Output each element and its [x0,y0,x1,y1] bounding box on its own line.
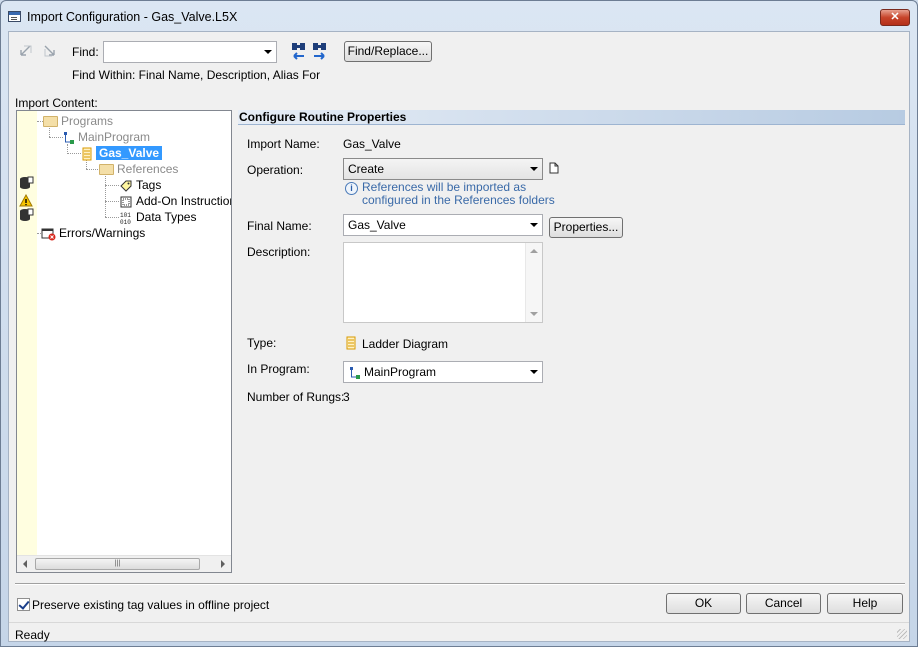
tree-item-errors-warnings[interactable]: Errors/Warnings [41,225,145,241]
tree-connector [105,185,119,186]
window-icon [8,11,21,22]
type-label: Type: [247,336,277,350]
find-replace-button[interactable]: Find/Replace... [344,41,432,62]
errors-warnings-icon [41,228,56,241]
description-label: Description: [247,245,311,259]
tree-horizontal-scrollbar[interactable]: ||| [17,555,231,572]
data-types-icon: 101 010 [120,212,131,225]
tree-item-references[interactable]: References [99,161,178,177]
document-icon [549,162,559,174]
find-within-text: Find Within: Final Name, Description, Al… [72,68,321,82]
resize-grip-icon[interactable] [897,629,907,639]
preserve-tag-values-label[interactable]: Preserve existing tag values in offline … [32,598,269,612]
program-icon [64,131,74,144]
title-bar: Import Configuration - Gas_Valve.L5X ✕ [1,1,917,31]
nav-previous-icon[interactable] [18,43,34,59]
tree-item-mainprogram[interactable]: MainProgram [63,129,150,145]
find-input[interactable] [106,44,256,60]
type-value: Ladder Diagram [362,337,449,351]
tree-item-data-types[interactable]: 101 010 Data Types [119,209,196,225]
properties-button[interactable]: Properties... [549,217,623,238]
description-textarea[interactable] [344,243,526,322]
tree-item-add-on-instructions[interactable]: Add-On Instructions [119,193,231,209]
program-icon [350,367,360,379]
tree-item-tags[interactable]: Tags [119,177,161,193]
tree-connector [49,128,50,137]
nav-next-icon[interactable] [42,43,58,59]
chevron-down-icon[interactable] [264,50,272,54]
ok-button[interactable]: OK [666,593,741,614]
description-scrollbar[interactable] [525,243,542,322]
binoculars-up-icon[interactable] [290,41,308,61]
import-name-label: Import Name: [247,137,320,151]
scroll-up-icon[interactable] [530,249,538,253]
import-content-label: Import Content: [15,96,98,110]
find-label: Find: [72,45,99,59]
tree-connector [105,201,119,202]
tree-connector [105,176,106,217]
add-on-instruction-icon [120,196,132,208]
folder-icon [99,164,114,176]
number-of-rungs-label: Number of Rungs: [247,390,345,404]
final-name-value: Gas_Valve [348,218,406,232]
references-info-text: References will be imported as configure… [362,180,555,207]
number-of-rungs-value: 3 [343,390,350,404]
binoculars-down-icon[interactable] [311,41,329,61]
window-title: Import Configuration - Gas_Valve.L5X [27,10,238,24]
scroll-left-icon[interactable] [23,560,27,568]
tree-connector [49,137,63,138]
find-combobox[interactable] [103,41,277,63]
import-configuration-window: Import Configuration - Gas_Valve.L5X ✕ F… [0,0,918,647]
import-name-value: Gas_Valve [343,137,401,151]
in-program-label: In Program: [247,362,310,376]
tree-connector [67,153,81,154]
help-button[interactable]: Help [827,593,903,614]
tree-connector [86,160,87,169]
tree-connector [86,169,98,170]
database-icon [20,208,34,221]
final-name-label: Final Name: [247,219,312,233]
tree-item-gas-valve[interactable]: Gas_Valve [81,145,163,161]
operation-value: Create [348,162,385,176]
ladder-diagram-icon [346,336,356,350]
info-icon: i [345,182,358,195]
chevron-down-icon[interactable] [530,167,538,171]
operation-label: Operation: [247,163,304,177]
footer-separator [15,583,905,585]
scroll-right-icon[interactable] [221,560,225,568]
folder-icon [43,116,58,128]
import-content-tree[interactable]: Programs MainProgram Gas_Valve Reference… [16,110,232,573]
chevron-down-icon[interactable] [530,223,538,227]
warning-icon [19,194,33,207]
ladder-routine-icon [82,147,92,161]
svg-text:101: 101 [120,212,131,219]
final-name-combobox[interactable]: Gas_Valve [343,214,543,236]
status-text: Ready [15,628,50,642]
configure-routine-heading: Configure Routine Properties [238,110,905,125]
status-bar-divider [9,622,909,623]
chevron-down-icon[interactable] [530,370,538,374]
scroll-thumb[interactable]: ||| [35,558,200,570]
tree-connector [105,217,119,218]
tag-icon [120,180,132,192]
close-button[interactable]: ✕ [880,9,910,26]
preserve-tag-values-checkbox[interactable] [17,598,30,611]
dialog-body: Find: Find/Replace... Find Within: Final… [8,31,910,642]
in-program-value: MainProgram [364,365,437,379]
operation-dropdown[interactable]: Create [343,158,543,180]
svg-text:010: 010 [120,219,131,225]
in-program-dropdown[interactable]: MainProgram [343,361,543,383]
cancel-button[interactable]: Cancel [746,593,821,614]
description-field[interactable] [343,242,543,323]
database-icon [20,176,34,189]
tree-item-programs[interactable]: Programs [43,113,113,129]
scroll-down-icon[interactable] [530,312,538,316]
